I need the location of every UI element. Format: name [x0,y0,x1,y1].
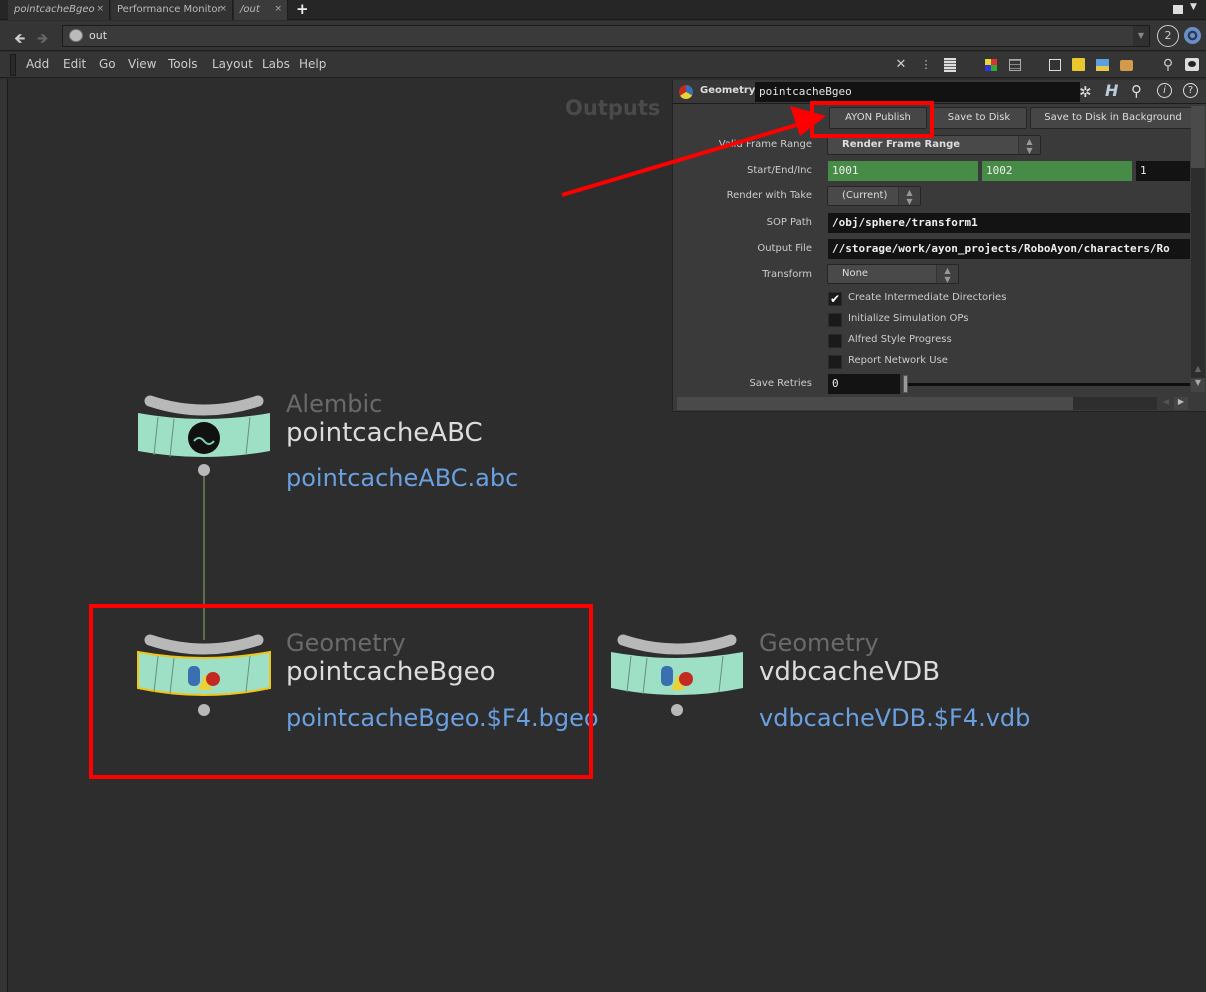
annotation-arrow [561,106,826,197]
